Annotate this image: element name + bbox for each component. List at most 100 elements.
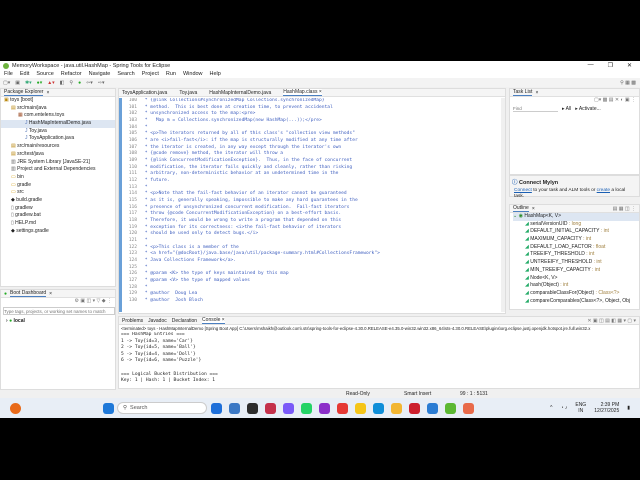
taskbar-app-icon[interactable]	[300, 402, 312, 414]
tree-item[interactable]: J ToysApplication.java	[1, 135, 115, 143]
start-button-icon[interactable]	[102, 402, 114, 414]
tab-toysapplication[interactable]: ToysApplication.java	[122, 90, 167, 96]
taskbar-app-icon[interactable]	[426, 402, 438, 414]
taskbar-app-icon[interactable]	[462, 402, 474, 414]
boot-item-local[interactable]: › ● local	[1, 318, 115, 324]
outline-item[interactable]: ◢ compareComparables(Class<?>, Object, O…	[513, 298, 639, 306]
taskbar-app-icon[interactable]	[336, 402, 348, 414]
code-editor[interactable]: 100 * {@link Collections#synchronizedMap…	[123, 98, 499, 304]
wifi-icon[interactable]: ◔ ♪	[560, 405, 567, 411]
taskbar-app-icon[interactable]	[408, 402, 420, 414]
perspective-search-icon[interactable]: ⚲ ▦ ▩	[620, 80, 636, 86]
tree-item[interactable]: ▥ Project and External Dependencies	[1, 166, 115, 174]
run-icon[interactable]: ●▾	[37, 80, 43, 86]
outline-root[interactable]: ⌄ ◉ HashMap<K, V>	[513, 213, 639, 221]
tray-chevron-icon[interactable]: ^	[550, 405, 552, 411]
notification-icon[interactable]: ▮	[627, 405, 630, 411]
task-filter-all[interactable]: ▸ All	[562, 106, 571, 112]
taskbar-app-icon[interactable]	[246, 402, 258, 414]
outline-item[interactable]: ◢ hash(Object) : int	[513, 282, 639, 290]
tab-console[interactable]: Console ×	[202, 317, 225, 324]
menu-search[interactable]: Search	[117, 71, 134, 77]
console-toolbar[interactable]: ✕ ▣ ◫ ▤ ◧ ▦ ▾ ▢ ▾	[587, 318, 636, 324]
back-icon[interactable]: ⇦▾	[86, 80, 93, 86]
tree-item[interactable]: ▤ src/main/resources	[1, 143, 115, 151]
menu-file[interactable]: File	[4, 71, 13, 77]
outline-item[interactable]: ◢ comparableClassFor(Object) : Class<?>	[513, 290, 639, 298]
close-tab-icon[interactable]: ×	[535, 90, 538, 96]
language-indicator[interactable]: ENG IN	[575, 402, 586, 414]
taskbar-search[interactable]: ⚲ Search	[117, 402, 207, 414]
tree-item[interactable]: ▯ gradlew.bat	[1, 212, 115, 220]
new-icon[interactable]: ▢▾	[3, 80, 10, 86]
taskbar-app-icon[interactable]	[372, 402, 384, 414]
debug-icon[interactable]: ✱▾	[25, 80, 32, 86]
clock[interactable]: 2:39 PM 12/27/2025	[594, 402, 619, 414]
tree-item[interactable]: ▭ src	[1, 189, 115, 197]
taskbar-app-icon[interactable]	[264, 402, 276, 414]
outline-toolbar[interactable]: ▤ ▦ ◫ ⋮	[613, 206, 636, 212]
open-type-icon[interactable]: ◧	[60, 80, 65, 86]
taskbar-app-icon[interactable]	[318, 402, 330, 414]
tree-item[interactable]: ◆ settings.gradle	[1, 228, 115, 236]
close-tab-icon[interactable]: ×	[532, 206, 535, 212]
forward-icon[interactable]: ⇨▾	[98, 80, 105, 86]
tree-item[interactable]: ▯ gradlew	[1, 205, 115, 213]
outline-item[interactable]: ◢ UNTREEIFY_THRESHOLD : int	[513, 259, 639, 267]
tree-item[interactable]: J Toy.java	[1, 128, 115, 136]
tree-item[interactable]: ▥ JRE System Library [JavaSE-21]	[1, 159, 115, 167]
maximize-button[interactable]: ❐	[608, 62, 613, 69]
menu-source[interactable]: Source	[36, 71, 53, 77]
boot-icon[interactable]: ●	[78, 80, 81, 86]
outline-item[interactable]: ◢ MIN_TREEIFY_CAPACITY : int	[513, 267, 639, 275]
taskbar-app-icon[interactable]	[444, 402, 456, 414]
tab-hashmapinternaldemo[interactable]: HashMapInternalDemo.java	[209, 90, 271, 96]
editor-scrollbar[interactable]	[501, 98, 505, 312]
tree-item[interactable]: ▤ src/main/java	[1, 105, 115, 113]
taskbar-app-icon[interactable]	[354, 402, 366, 414]
boot-filter-input[interactable]	[3, 307, 115, 315]
package-explorer-tab[interactable]: Package Explorer	[4, 89, 44, 96]
menu-navigate[interactable]: Navigate	[89, 71, 111, 77]
close-button[interactable]: ✕	[627, 62, 632, 69]
tab-declaration[interactable]: Declaration	[172, 318, 197, 324]
tab-javadoc[interactable]: Javadoc	[148, 318, 167, 324]
console-output[interactable]: === HashMap Entries === 1 -> Toy{id=3, na…	[119, 332, 639, 384]
minimize-button[interactable]: —	[588, 62, 594, 69]
outline-item[interactable]: ◢ DEFAULT_INITIAL_CAPACITY : int	[513, 228, 639, 236]
menu-edit[interactable]: Edit	[20, 71, 29, 77]
taskbar-app-icon[interactable]	[282, 402, 294, 414]
outline-tab[interactable]: Outline	[513, 205, 529, 212]
menu-help[interactable]: Help	[210, 71, 221, 77]
menu-refactor[interactable]: Refactor	[61, 71, 82, 77]
task-activate[interactable]: ▸ Activate...	[575, 106, 601, 112]
outline-item[interactable]: ◢ TREEIFY_THRESHOLD : int	[513, 251, 639, 259]
connect-link[interactable]: Connect	[514, 188, 532, 193]
external-tools-icon[interactable]: ▲▾	[47, 80, 54, 86]
outline-item[interactable]: ◢ DEFAULT_LOAD_FACTOR : float	[513, 244, 639, 252]
search-tool-icon[interactable]: ⚲	[69, 80, 73, 86]
close-tab-icon[interactable]: ×	[49, 291, 52, 297]
outline-item[interactable]: ◢ MAXIMUM_CAPACITY : int	[513, 236, 639, 244]
save-icon[interactable]: ▣	[15, 80, 20, 86]
close-tab-icon[interactable]: ×	[46, 90, 49, 96]
task-list-tab[interactable]: Task List	[513, 89, 533, 96]
taskbar-app-icon[interactable]	[228, 402, 240, 414]
create-link[interactable]: create	[597, 188, 610, 193]
tree-item[interactable]: ▭ gradle	[1, 182, 115, 190]
outline-item[interactable]: ◢ Node<K, V>	[513, 275, 639, 283]
tree-item[interactable]: ▣ toys [boot]	[1, 97, 115, 105]
tab-toy[interactable]: Toy.java	[179, 90, 197, 96]
tree-item[interactable]: ◆ build.gradle	[1, 197, 115, 205]
tab-hashmap-class[interactable]: HashMap.class ×	[283, 89, 322, 96]
tree-item[interactable]: ▤ src/test/java	[1, 151, 115, 159]
boot-dashboard-tab[interactable]: Boot Dashboard	[10, 290, 47, 297]
outline-item[interactable]: ◢ serialVersionUID : long	[513, 221, 639, 229]
weather-widget-icon[interactable]	[10, 402, 21, 414]
tree-item[interactable]: ▦ com.entelens.toys	[1, 112, 115, 120]
tree-item[interactable]: ▯ HELP.md	[1, 220, 115, 228]
menu-project[interactable]: Project	[142, 71, 159, 77]
menu-run[interactable]: Run	[166, 71, 176, 77]
taskbar-app-icon[interactable]	[390, 402, 402, 414]
tree-item[interactable]: J HashMapInternalDemo.java	[1, 120, 115, 128]
